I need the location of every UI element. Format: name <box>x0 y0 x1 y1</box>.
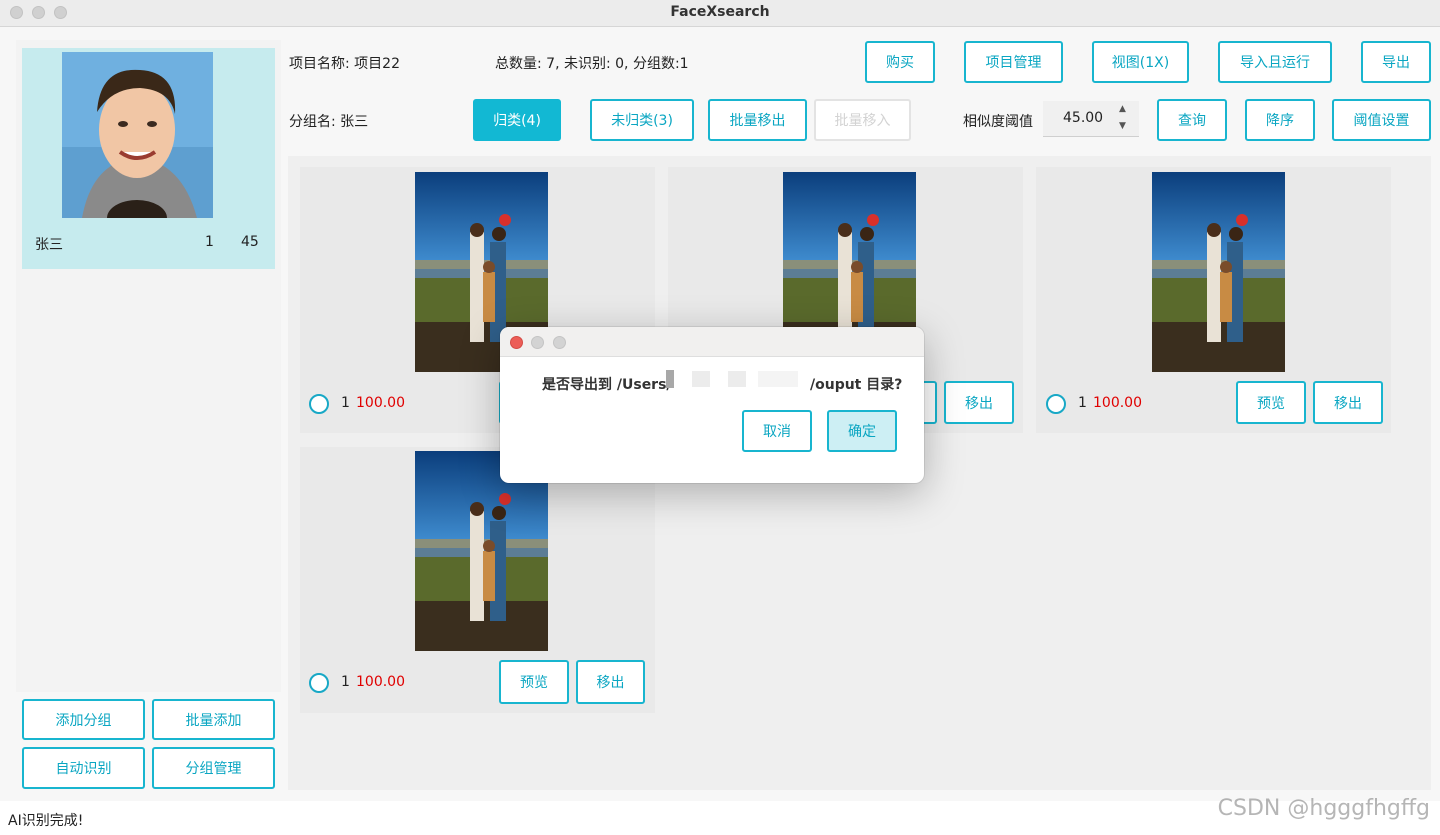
auto-recognize-button[interactable]: 自动识别 <box>22 747 145 789</box>
status-text: AI识别完成! <box>8 813 84 829</box>
redacted-path <box>692 371 710 387</box>
threshold-label: 相似度阈值 <box>963 114 1033 130</box>
watermark: CSDN @hgggfhgffg <box>1217 796 1430 821</box>
select-radio[interactable] <box>309 673 329 693</box>
card-score: 100.00 <box>356 674 405 690</box>
group-name-label: 分组名: 张三 <box>289 114 369 130</box>
card-score: 100.00 <box>1093 395 1142 411</box>
project-summary: 总数量: 7, 未识别: 0, 分组数:1 <box>495 56 689 72</box>
cancel-button[interactable]: 取消 <box>742 410 812 452</box>
photo-thumbnail[interactable] <box>1152 172 1285 372</box>
window-title: FaceXsearch <box>670 4 770 20</box>
import-run-button[interactable]: 导入且运行 <box>1218 41 1332 83</box>
threshold-settings-button[interactable]: 阈值设置 <box>1332 99 1431 141</box>
spin-down-icon[interactable]: ▼ <box>1119 121 1126 131</box>
dialog-title-bar <box>500 327 924 357</box>
project-name: 项目名称: 项目22 <box>289 56 400 72</box>
preview-button[interactable]: 预览 <box>1236 381 1306 424</box>
query-button[interactable]: 查询 <box>1157 99 1227 141</box>
card-index: 1 <box>1078 395 1087 411</box>
project-manage-button[interactable]: 项目管理 <box>964 41 1063 83</box>
dialog-minimize-button <box>531 336 544 349</box>
group-threshold: 45 <box>241 234 259 250</box>
remove-button[interactable]: 移出 <box>944 381 1014 424</box>
card-score: 100.00 <box>356 395 405 411</box>
view-zoom-button[interactable]: 视图(1X) <box>1092 41 1189 83</box>
sort-desc-button[interactable]: 降序 <box>1245 99 1315 141</box>
group-photo-count: 1 <box>205 234 214 250</box>
buy-button[interactable]: 购买 <box>865 41 935 83</box>
spin-up-icon[interactable]: ▲ <box>1119 104 1126 114</box>
group-manage-button[interactable]: 分组管理 <box>152 747 275 789</box>
dialog-close-button[interactable] <box>510 336 523 349</box>
confirm-button[interactable]: 确定 <box>827 410 897 452</box>
dialog-message-end: /ouput 目录? <box>810 377 903 393</box>
select-radio[interactable] <box>1046 394 1066 414</box>
batch-move-in-button: 批量移入 <box>814 99 911 141</box>
select-radio[interactable] <box>309 394 329 414</box>
export-button[interactable]: 导出 <box>1361 41 1431 83</box>
card-index: 1 <box>341 395 350 411</box>
threshold-value: 45.00 <box>1063 110 1104 126</box>
group-name: 张三 <box>35 237 63 253</box>
batch-move-out-button[interactable]: 批量移出 <box>708 99 807 141</box>
remove-button[interactable]: 移出 <box>576 660 645 704</box>
dialog-zoom-button <box>553 336 566 349</box>
tab-classified[interactable]: 归类(4) <box>473 99 561 141</box>
export-confirm-dialog: 是否导出到 /Users/ /ouput 目录? 取消 确定 <box>500 327 924 483</box>
preview-button[interactable]: 预览 <box>499 660 569 704</box>
add-group-button[interactable]: 添加分组 <box>22 699 145 740</box>
redacted-path <box>758 371 798 387</box>
redacted-path <box>666 370 674 388</box>
redacted-path <box>728 371 746 387</box>
card-index: 1 <box>341 674 350 690</box>
group-avatar <box>62 52 213 218</box>
title-bar: FaceXsearch <box>0 0 1440 27</box>
dialog-message-start: 是否导出到 /Users/ <box>542 377 672 393</box>
remove-button[interactable]: 移出 <box>1313 381 1383 424</box>
tab-unclassified[interactable]: 未归类(3) <box>590 99 694 141</box>
threshold-spinbox[interactable]: 45.00 ▲ ▼ <box>1043 101 1139 137</box>
batch-add-button[interactable]: 批量添加 <box>152 699 275 740</box>
